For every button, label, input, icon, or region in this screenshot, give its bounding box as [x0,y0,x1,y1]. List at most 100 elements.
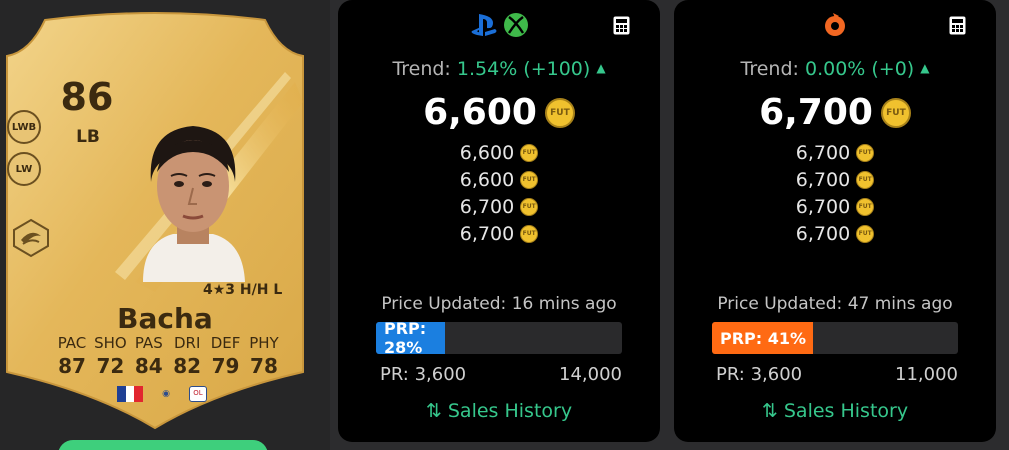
calculator-icon[interactable] [613,16,630,35]
recent-price-value: 6,600 [459,168,515,191]
stat-value: 79 [211,354,240,378]
price-range-progress-bar: PRP: 28% [376,322,622,354]
recent-price: 6,700 FUT [674,193,996,220]
fut-coin-icon: FUT [544,97,575,128]
xbox-icon [504,13,528,37]
price-value: 6,600 [423,92,537,133]
stat-value: 78 [250,354,278,378]
stat-phy: PHY 78 [245,334,283,378]
prp-label: PRP: 41% [720,328,807,348]
price-trend: Trend: 0.00% (+0) ▲ [674,58,996,80]
stat-label: PAS [134,334,163,352]
player-rating: 86 [60,75,114,119]
trend-label: Trend: [392,58,451,80]
sort-arrows-icon: ⇅ [425,400,442,422]
stat-value: 84 [134,354,163,378]
platform-icons [338,12,660,38]
trend-value: 1.54% (+100) [456,58,591,80]
price-range-min: PR: 3,600 [380,364,467,385]
stat-pas: PAS 84 [130,334,168,378]
recent-price-value: 6,700 [459,222,515,245]
trend-up-icon: ▲ [920,61,930,75]
price-range-max: 14,000 [559,364,622,385]
price-range-min: PR: 3,600 [716,364,803,385]
alt-position-badge: LWB [7,110,41,144]
club-logo-icon: OL [189,386,207,402]
player-affiliations: ◉ OL [117,386,207,402]
prp-fill: PRP: 41% [712,322,813,354]
stat-label: DRI [173,334,201,352]
sort-arrows-icon: ⇅ [761,400,778,422]
stat-value: 82 [173,354,202,378]
stat-label: SHO [94,334,127,352]
playstation-icon [471,14,497,36]
fut-coin-icon: FUT [520,224,539,243]
add-button[interactable] [58,440,268,450]
alt-position-badge: LW [7,152,41,186]
stat-label: PHY [249,334,279,352]
recent-price: 6,700 FUT [674,166,996,193]
fut-coin-icon: FUT [520,143,539,162]
sales-history-label: Sales History [447,400,573,422]
recent-price-value: 6,700 [795,222,851,245]
trend-value: 0.00% (+0) [804,58,915,80]
calculator-icon[interactable] [949,16,966,35]
sales-history-link[interactable]: ⇅ Sales History [338,400,660,422]
platform-icons [674,12,996,38]
fut-coin-icon: FUT [880,97,911,128]
stat-value: 87 [58,354,86,378]
sales-history-label: Sales History [783,400,909,422]
player-photo [143,126,245,282]
stat-dri: DRI 82 [168,334,206,378]
price-updated: Price Updated: 47 mins ago [717,294,953,314]
recent-price: 6,700 FUT [674,139,996,166]
recent-price-value: 6,700 [795,141,851,164]
chemistry-style-icon [13,218,49,258]
prp-fill: PRP: 28% [376,322,445,354]
recent-price-value: 6,700 [459,195,515,218]
fut-coin-icon: FUT [856,224,875,243]
stat-value: 72 [96,354,125,378]
current-price: 6,600 FUT [338,92,660,133]
sales-history-link[interactable]: ⇅ Sales History [674,400,996,422]
trend-label: Trend: [740,58,799,80]
stats-row: PAC 87 SHO 72 PAS 84 DRI 82 DEF 79 PHY 7… [53,334,283,378]
current-price: 6,700 FUT [674,92,996,133]
price-range: PR: 3,600 14,000 [380,364,622,385]
price-updated: Price Updated: 16 mins ago [381,294,617,314]
origin-icon [825,13,845,36]
recent-prices-list: 6,700 FUT 6,700 FUT 6,700 FUT 6,700 FUT [674,139,996,247]
france-flag-icon [117,386,144,402]
skills-weakfoot-workrates: 4★3 H/H L [203,282,283,298]
price-value: 6,700 [759,92,873,133]
player-card[interactable]: 86 LB LWB LW 4★3 H/H L Bacha PAC 87 SHO … [5,12,305,430]
player-position: LB [76,127,100,147]
fut-coin-icon: FUT [856,197,875,216]
recent-price: 6,700 FUT [674,220,996,247]
recent-price: 6,700 FUT [338,220,660,247]
fut-coin-icon: FUT [520,197,539,216]
stat-label: DEF [210,334,241,352]
price-range-max: 11,000 [895,364,958,385]
recent-price: 6,600 FUT [338,166,660,193]
stat-label: PAC [57,334,87,352]
fut-coin-icon: FUT [520,170,539,189]
price-range-progress-bar: PRP: 41% [712,322,958,354]
league-logo-icon: ◉ [162,389,170,399]
pc-price-panel: Trend: 0.00% (+0) ▲ 6,700 FUT 6,700 FUT 6,… [674,0,996,442]
player-name: Bacha [117,302,213,335]
stat-pac: PAC 87 [53,334,91,378]
recent-price: 6,700 FUT [338,193,660,220]
recent-prices-list: 6,600 FUT 6,600 FUT 6,700 FUT 6,700 FUT [338,139,660,247]
stat-sho: SHO 72 [91,334,129,378]
recent-price-value: 6,700 [795,168,851,191]
price-range: PR: 3,600 11,000 [716,364,958,385]
player-card-area: 86 LB LWB LW 4★3 H/H L Bacha PAC 87 SHO … [0,0,330,450]
price-trend: Trend: 1.54% (+100) ▲ [338,58,660,80]
recent-price-value: 6,700 [795,195,851,218]
fut-coin-icon: FUT [856,143,875,162]
console-price-panel: Trend: 1.54% (+100) ▲ 6,600 FUT 6,600 FUT … [338,0,660,442]
stat-def: DEF 79 [207,334,245,378]
trend-up-icon: ▲ [596,61,606,75]
prp-label: PRP: 28% [384,322,427,354]
